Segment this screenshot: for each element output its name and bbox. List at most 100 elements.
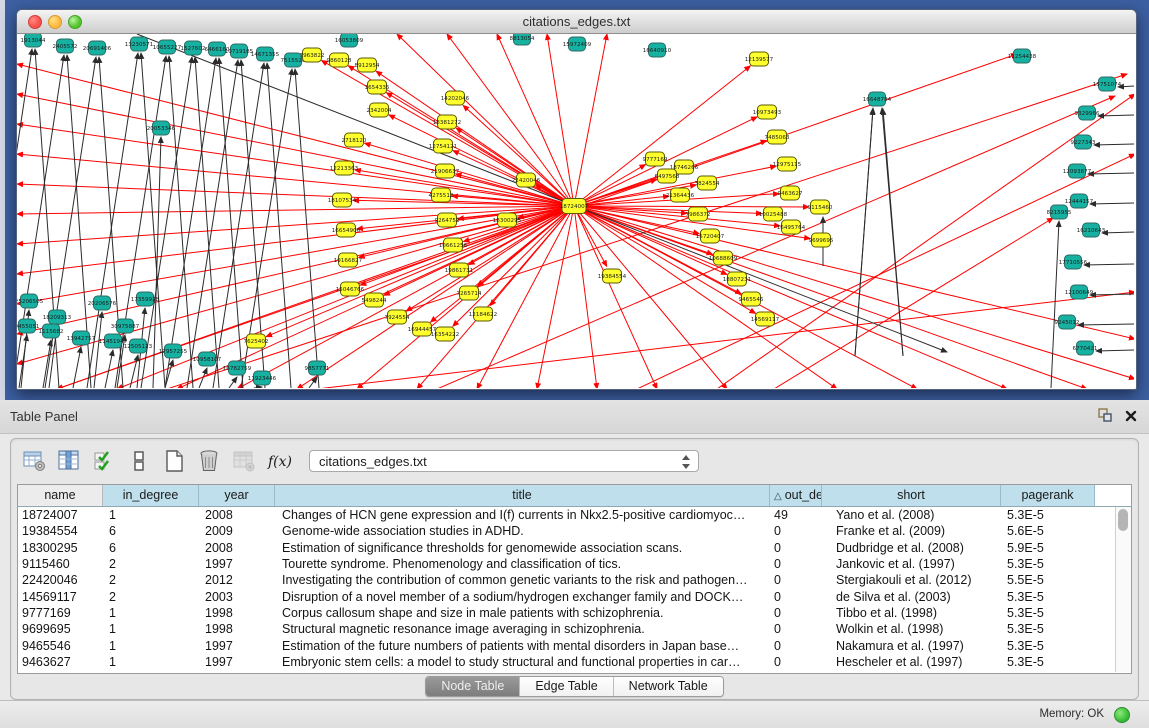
network-node-2405572[interactable]: 2405572 [53, 39, 78, 53]
tab-node-table[interactable]: Node Table [426, 677, 519, 696]
scrollbar-thumb[interactable] [1118, 509, 1128, 531]
table-row[interactable]: 969969511998Structural magnetic resonanc… [18, 621, 1131, 637]
network-node-9455051[interactable]: 9455051 [17, 319, 40, 333]
network-node-16648784[interactable]: 16648784 [863, 92, 892, 106]
network-node-20206576[interactable]: 20206576 [88, 296, 117, 310]
close-panel-icon[interactable] [1125, 409, 1137, 427]
table-row[interactable]: 1456911722003Disruption of a novel membe… [18, 588, 1131, 604]
network-node-14202046[interactable]: 14202046 [441, 91, 470, 105]
network-node-9264752[interactable]: 9264752 [435, 213, 460, 227]
network-node-11923446[interactable]: 11923446 [248, 371, 277, 385]
network-node-9860128[interactable]: 9860128 [327, 53, 352, 67]
network-node-22420046[interactable]: 22420046 [512, 173, 541, 187]
table-row[interactable]: 911546021997Tourette syndrome. Phenomeno… [18, 556, 1131, 572]
function-builder-icon[interactable]: f(x) [266, 448, 292, 474]
network-node-8215955[interactable]: 8215955 [1047, 205, 1072, 219]
cell-name: 9465546 [18, 639, 103, 653]
network-node-6770421[interactable]: 6770421 [1073, 341, 1098, 355]
network-node-1654335[interactable]: 1654335 [365, 80, 390, 94]
network-node-5498244[interactable]: 5498244 [362, 293, 387, 307]
tab-edge-table[interactable]: Edge Table [519, 677, 612, 696]
network-node-20053346[interactable]: 20053346 [147, 121, 176, 135]
show-column-icon[interactable] [56, 448, 82, 474]
network-node-6497568[interactable]: 6497568 [655, 169, 680, 183]
network-node-4275512[interactable]: 4275512 [429, 188, 454, 202]
network-node-12139577[interactable]: 12139577 [745, 52, 774, 66]
column-header-pagerank[interactable]: pagerank [1001, 485, 1095, 506]
network-node-9465546[interactable]: 9465546 [739, 292, 764, 306]
column-header-out_de[interactable]: △out_de… [770, 485, 822, 506]
network-node-7986372[interactable]: 7986372 [686, 207, 711, 221]
network-node-12093877[interactable]: 12093877 [1063, 164, 1092, 178]
network-node-16053809[interactable]: 16053809 [335, 34, 364, 47]
network-node-9329966[interactable]: 9329966 [1075, 106, 1100, 120]
network-canvas[interactable]: 1913044240557220691406132305711065522715… [17, 34, 1134, 388]
network-node-11254438[interactable]: 11254438 [1008, 49, 1037, 63]
column-header-short[interactable]: short [822, 485, 1001, 506]
memory-status-icon[interactable] [1114, 707, 1130, 723]
network-node-20691406[interactable]: 20691406 [83, 41, 112, 55]
network-node-18107534[interactable]: 18107534 [328, 193, 357, 207]
network-node-15751074[interactable]: 15751074 [1093, 77, 1122, 91]
node-table-header[interactable]: namein_degreeyeartitle△out_de…shortpager… [18, 485, 1131, 507]
network-node-7265714[interactable]: 7265714 [457, 286, 482, 300]
table-row[interactable]: 1872400712008Changes of HCN gene express… [18, 507, 1131, 523]
network-node-18724007[interactable]: 18724007 [560, 199, 589, 214]
table-row[interactable]: 946362711997Embryonic stem cells: a mode… [18, 654, 1131, 670]
network-window-titlebar[interactable]: citations_edges.txt [17, 10, 1136, 34]
table-row[interactable]: 2242004622012Investigating the contribut… [18, 572, 1131, 588]
network-node-9857771[interactable]: 9857771 [305, 361, 330, 375]
float-panel-icon[interactable] [1098, 408, 1113, 427]
table-row[interactable]: 1830029562008Estimation of significance … [18, 540, 1131, 556]
network-node-15046766[interactable]: 15046766 [336, 282, 365, 296]
table-selector-dropdown[interactable]: citations_edges.txt [309, 450, 699, 472]
column-header-year[interactable]: year [199, 485, 275, 506]
network-node-9115460[interactable]: 9115460 [808, 200, 833, 214]
citation-network-graph[interactable]: 1913044240557220691406132305711065522715… [17, 34, 1134, 388]
network-node-9699695[interactable]: 9699695 [809, 233, 834, 247]
network-node-25206505[interactable]: 25206505 [17, 294, 44, 308]
network-node-7485063[interactable]: 7485063 [765, 130, 790, 144]
column-header-title[interactable]: title [275, 485, 770, 506]
network-node-15972409[interactable]: 15972409 [563, 37, 592, 51]
row-options-icon[interactable] [126, 448, 152, 474]
network-node-3824554[interactable]: 3824554 [695, 176, 720, 190]
network-node-1913044[interactable]: 1913044 [21, 34, 46, 47]
network-node-19384554[interactable]: 19384554 [598, 269, 627, 283]
network-node-9245012[interactable]: 9245012 [1055, 315, 1080, 329]
network-node-12184622[interactable]: 12184622 [469, 307, 497, 321]
column-header-in_degree[interactable]: in_degree [103, 485, 199, 506]
network-node-12100649[interactable]: 12100649 [1065, 285, 1094, 299]
network-node-16210643[interactable]: 16210643 [1077, 223, 1106, 237]
table-mode-icon[interactable] [21, 448, 47, 474]
table-selector-value: citations_edges.txt [319, 454, 427, 469]
network-node-12213363[interactable]: 12213363 [330, 161, 359, 175]
select-columns-icon[interactable] [91, 448, 117, 474]
delete-column-icon[interactable] [196, 448, 222, 474]
network-node-14671355[interactable]: 14671355 [251, 47, 280, 61]
table-row[interactable]: 946554611997Estimation of the future num… [18, 637, 1131, 653]
network-node-17710556[interactable]: 17710556 [1059, 255, 1088, 269]
table-row[interactable]: 977716911998Corpus callosum shape and si… [18, 605, 1131, 621]
network-node-7924554[interactable]: 7924554 [385, 310, 410, 324]
network-node-10025488[interactable]: 10025488 [759, 207, 788, 221]
network-node-18209313[interactable]: 18209313 [43, 310, 72, 324]
network-node-8912954[interactable]: 8912954 [355, 58, 380, 72]
column-header-name[interactable]: name [18, 485, 103, 506]
network-node-8813054[interactable]: 8813054 [510, 34, 535, 45]
network-node-1115682[interactable]: 1115682 [39, 324, 64, 338]
network-node-7625402[interactable]: 7625402 [244, 334, 269, 348]
network-node-7963822[interactable]: 7963822 [300, 48, 325, 62]
network-node-12444157[interactable]: 12444157 [1065, 194, 1094, 208]
network-node-2718120[interactable]: 2718120 [342, 133, 367, 147]
network-node-2342004[interactable]: 2342004 [367, 103, 392, 117]
table-vertical-scrollbar[interactable] [1115, 507, 1131, 672]
new-column-icon[interactable] [161, 448, 187, 474]
node-table-body[interactable]: 1872400712008Changes of HCN gene express… [18, 507, 1131, 670]
network-node-9463627[interactable]: 9463627 [778, 186, 803, 200]
network-node-16640910[interactable]: 16640910 [643, 43, 672, 57]
tab-network-table[interactable]: Network Table [613, 677, 723, 696]
network-node-12975115[interactable]: 12975115 [773, 157, 802, 171]
network-node-9777169[interactable]: 9777169 [643, 152, 668, 166]
table-row[interactable]: 1938455462009Genome-wide association stu… [18, 523, 1131, 539]
